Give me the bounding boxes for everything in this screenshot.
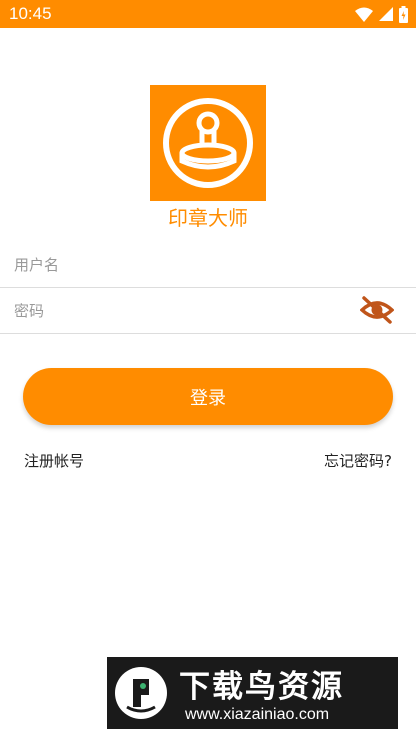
watermark-banner: 下载鸟资源 www.xiazainiao.com bbox=[107, 657, 398, 729]
register-link[interactable]: 注册帐号 bbox=[24, 450, 84, 471]
watermark-url: www.xiazainiao.com bbox=[185, 706, 330, 723]
status-icons bbox=[355, 5, 408, 23]
password-input[interactable] bbox=[12, 287, 346, 335]
stamp-icon bbox=[163, 98, 253, 188]
watermark-logo-icon bbox=[115, 667, 167, 719]
username-field-row bbox=[0, 241, 416, 289]
forgot-password-link[interactable]: 忘记密码? bbox=[324, 450, 392, 471]
battery-icon bbox=[399, 5, 408, 23]
login-button[interactable]: 登录 bbox=[23, 368, 393, 425]
password-field-row bbox=[0, 287, 416, 335]
signal-icon bbox=[379, 7, 393, 21]
username-input[interactable] bbox=[12, 241, 346, 289]
status-time: 10:45 bbox=[9, 4, 52, 23]
status-bar: 10:45 bbox=[0, 0, 416, 28]
wifi-icon bbox=[355, 7, 373, 22]
eye-off-icon[interactable] bbox=[360, 295, 394, 325]
app-name: 印章大师 bbox=[168, 206, 248, 230]
app-logo bbox=[150, 85, 266, 201]
watermark-title: 下载鸟资源 bbox=[179, 669, 344, 705]
